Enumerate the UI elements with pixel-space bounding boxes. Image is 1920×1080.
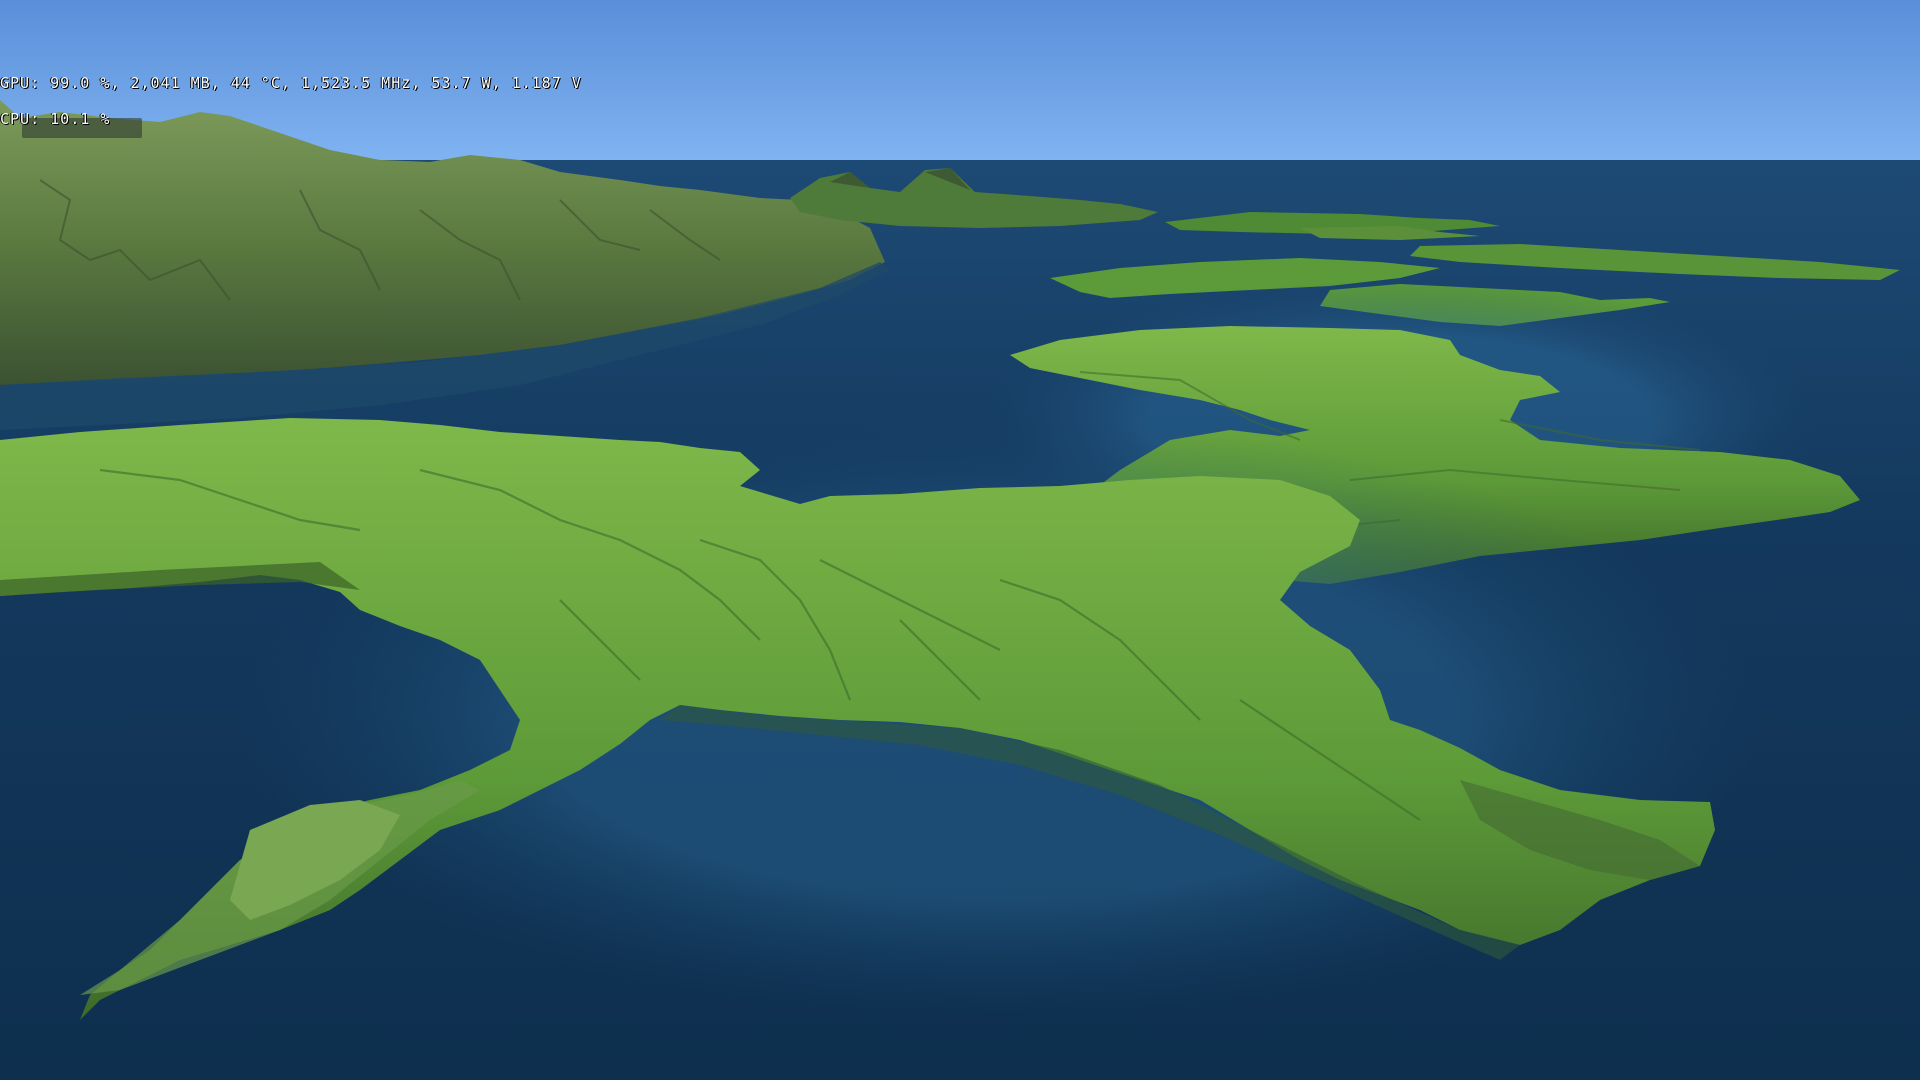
terrain-render: [0, 0, 1920, 1080]
cpu-stats: CPU: 10.1 %: [0, 110, 111, 128]
terrain-viewport[interactable]: [0, 0, 1920, 1080]
gpu-stats: GPU: 99.0 %, 2,041 MB, 44 °C, 1,523.5 MH…: [0, 74, 582, 92]
performance-overlay: GPU: 99.0 %, 2,041 MB, 44 °C, 1,523.5 MH…: [0, 53, 582, 137]
main-island: [0, 418, 1760, 1020]
